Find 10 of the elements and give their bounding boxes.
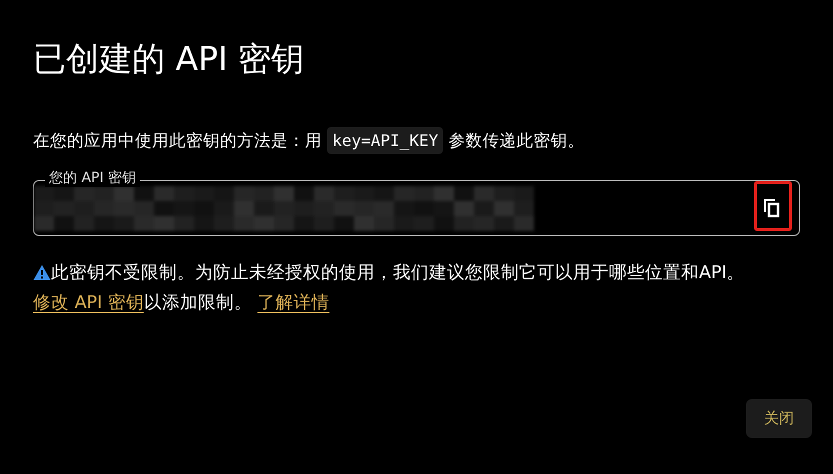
copy-icon bbox=[763, 198, 781, 218]
code-snippet: key=API_KEY bbox=[327, 127, 444, 154]
link[interactable]: 修改 API 密钥 bbox=[33, 293, 144, 313]
link[interactable]: 了解详情 bbox=[257, 293, 330, 313]
warning-text: 此密钥不受限制。为防止未经授权的使用，我们建议您限制它可以用于哪些位置和API。 修改 API 密钥以添加限制。 了解详情 bbox=[33, 262, 746, 315]
close-button[interactable]: 关闭 bbox=[746, 399, 812, 438]
warning-icon bbox=[33, 264, 51, 281]
field-label: 您的 API 密钥 bbox=[45, 169, 140, 187]
dialog-title: 已创建的 API 密钥 bbox=[33, 38, 306, 80]
instruction-text: 在您的应用中使用此密钥的方法是：用 key=API_KEY 参数传递此密钥。 bbox=[33, 126, 800, 156]
